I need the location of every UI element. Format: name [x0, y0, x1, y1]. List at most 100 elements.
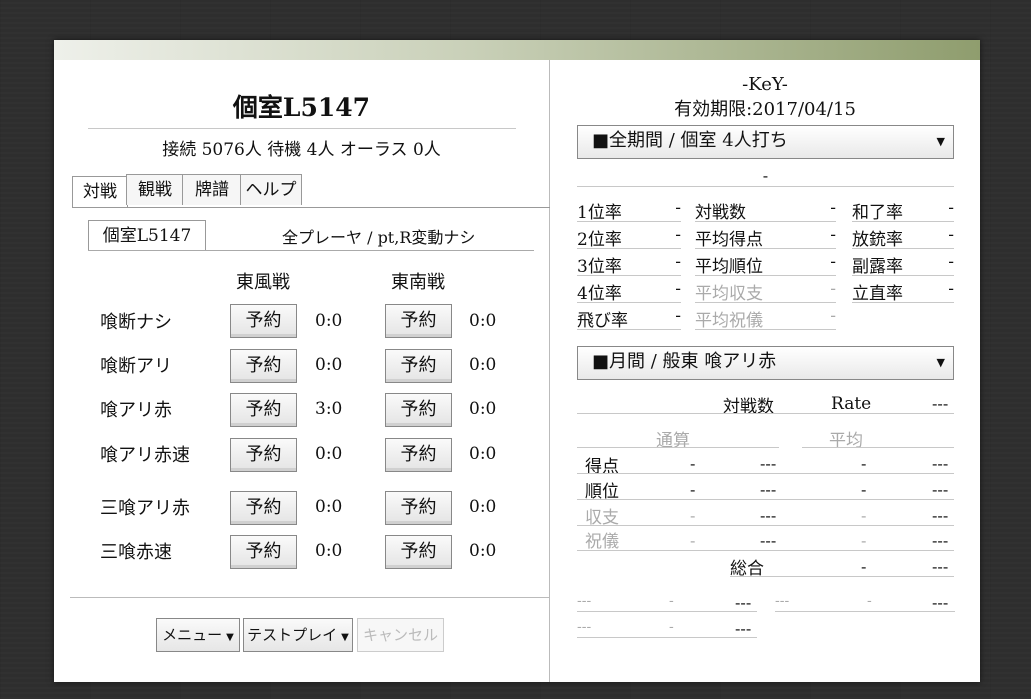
reserve-east-button[interactable]: 予約 [230, 304, 297, 338]
stat-item: 平均収支 - [695, 279, 836, 304]
reserve-south-button[interactable]: 予約 [385, 349, 452, 383]
overall-value: - [861, 557, 867, 576]
south-score: 0:0 [469, 355, 497, 375]
south-score: 0:0 [469, 311, 497, 331]
reserve-south-button[interactable]: 予約 [385, 438, 452, 472]
average-header-line [802, 447, 954, 448]
total-value: - [690, 480, 696, 499]
stat-item: 副露率 - [852, 252, 954, 277]
avg-value: - [861, 531, 867, 550]
rule-label: 喰断ナシ [100, 312, 172, 333]
rule-label: 喰アリ赤速 [100, 445, 190, 466]
rule-label: 三喰赤速 [100, 542, 172, 563]
row-line [577, 499, 954, 500]
tab-watch[interactable]: 観戦 [126, 174, 184, 205]
row-line [577, 525, 954, 526]
expiry-date: 有効期限:2017/04/15 [674, 99, 856, 120]
column-south: 東南戦 [391, 272, 445, 293]
extra-label: --- [577, 619, 592, 635]
avg-value: - [861, 506, 867, 525]
column-divider [549, 60, 550, 682]
row-label: 祝儀 [585, 532, 619, 552]
south-score: 0:0 [469, 541, 497, 561]
extra-dash: - [867, 593, 872, 609]
tab-logs[interactable]: 牌譜 [182, 174, 242, 205]
tab-help[interactable]: ヘルプ [240, 174, 302, 205]
total-value-secondary: --- [760, 454, 777, 473]
rule-label: 三喰アリ赤 [100, 498, 190, 519]
title-underline [88, 128, 516, 129]
reserve-south-button[interactable]: 予約 [385, 304, 452, 338]
chevron-down-icon: ▼ [936, 356, 945, 369]
total-value: - [690, 454, 696, 473]
monthly-header-line [577, 413, 954, 414]
menu-button[interactable]: メニュー ▼ [156, 618, 240, 652]
avg-value-secondary: --- [932, 506, 949, 525]
south-score: 0:0 [469, 497, 497, 517]
tab-baseline [72, 207, 550, 208]
avg-value: - [861, 454, 867, 473]
mode-select[interactable]: ■月間 / 般東 喰アリ赤 ▼ [577, 346, 954, 380]
title-bar-strip [54, 40, 980, 60]
total-value-secondary: --- [760, 480, 777, 499]
east-score: 0:0 [315, 311, 343, 331]
avg-value-secondary: --- [932, 454, 949, 473]
footer-divider [70, 597, 549, 598]
extra-dash: - [669, 593, 674, 609]
stat-item: 2位率 - [577, 225, 681, 250]
reserve-east-button[interactable]: 予約 [230, 393, 297, 427]
rule-label: 喰断アリ [100, 356, 172, 377]
summary-underline [577, 186, 954, 187]
room-title: 個室L5147 [232, 93, 371, 122]
column-east: 東風戦 [236, 272, 290, 293]
extra-line [775, 611, 955, 612]
reserve-east-button[interactable]: 予約 [230, 438, 297, 472]
period-select[interactable]: ■全期間 / 個室 4人打ち ▼ [577, 125, 954, 159]
reserve-east-button[interactable]: 予約 [230, 349, 297, 383]
tab-battle[interactable]: 対戦 [72, 176, 128, 207]
chevron-down-icon: ▼ [226, 632, 234, 643]
stat-item: 対戦数 - [695, 198, 836, 223]
total-value-secondary: --- [760, 506, 777, 525]
rule-label: 喰アリ赤 [100, 400, 172, 421]
avg-value-secondary: --- [932, 480, 949, 499]
east-score: 3:0 [315, 399, 343, 419]
stat-item: 4位率 - [577, 279, 681, 304]
chevron-down-icon: ▼ [341, 632, 349, 643]
summary-dash: - [762, 166, 769, 185]
east-score: 0:0 [315, 355, 343, 375]
rate-label: Rate [831, 394, 872, 414]
overall-line [730, 576, 954, 577]
reserve-east-button[interactable]: 予約 [230, 535, 297, 569]
overall-value-secondary: --- [932, 557, 949, 576]
reserve-south-button[interactable]: 予約 [385, 535, 452, 569]
total-header-line [577, 447, 779, 448]
extra-value: --- [932, 593, 949, 612]
stat-item: 平均順位 - [695, 252, 836, 277]
stat-item: 放銃率 - [852, 225, 954, 250]
reserve-east-button[interactable]: 予約 [230, 491, 297, 525]
subtab-baseline [88, 250, 534, 251]
stat-item: 平均祝儀 - [695, 306, 836, 331]
east-score: 0:0 [315, 541, 343, 561]
south-score: 0:0 [469, 444, 497, 464]
row-line [577, 473, 954, 474]
reserve-south-button[interactable]: 予約 [385, 393, 452, 427]
stat-item: 3位率 - [577, 252, 681, 277]
extra-line [577, 611, 757, 612]
test-play-button[interactable]: テストプレイ ▼ [243, 618, 353, 652]
extra-dash: - [669, 619, 674, 635]
stat-item: 1位率 - [577, 198, 681, 223]
extra-value: --- [735, 619, 752, 638]
reserve-south-button[interactable]: 予約 [385, 491, 452, 525]
stat-item: 和了率 - [852, 198, 954, 223]
south-score: 0:0 [469, 399, 497, 419]
extra-label: --- [577, 593, 592, 609]
extra-value: --- [735, 593, 752, 612]
subtab-room[interactable]: 個室L5147 [88, 220, 206, 251]
extra-line [577, 637, 757, 638]
lobby-panel: 個室L5147 接続 5076人 待機 4人 オーラス 0人 対戦 観戦 牌譜 … [54, 40, 980, 682]
stat-item: 立直率 - [852, 279, 954, 304]
cancel-button[interactable]: キャンセル [357, 618, 444, 652]
east-score: 0:0 [315, 444, 343, 464]
